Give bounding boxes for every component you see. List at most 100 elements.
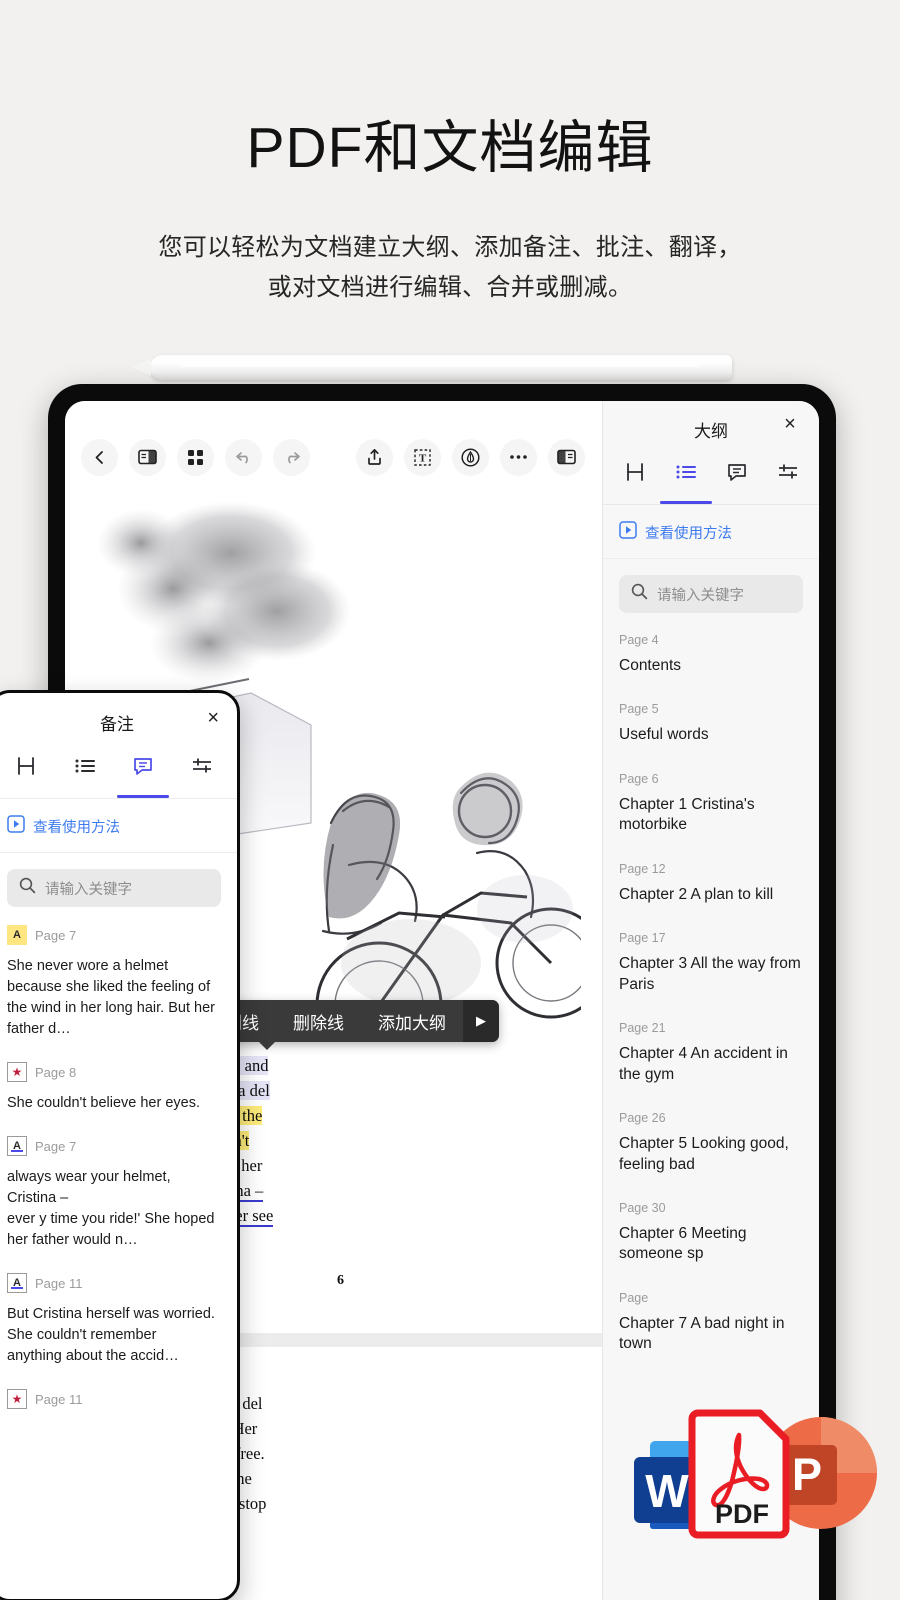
outline-item[interactable]: Page 30 Chapter 6 Meeting someone sp (619, 1201, 803, 1265)
svg-text:T: T (419, 452, 427, 464)
outline-search-placeholder: 请输入关键字 (657, 584, 744, 605)
note-item[interactable]: A Page 11 But Cristina herself was worri… (7, 1273, 221, 1367)
note-meta: A Page 7 (7, 925, 221, 945)
note-text: She never wore a helmet because she like… (7, 956, 221, 1040)
outline-item[interactable]: Page 12 Chapter 2 A plan to kill (619, 862, 803, 905)
page-subtitle: 您可以轻松为文档建立大纲、添加备注、批注、翻译， 或对文档进行编辑、合并或删减。 (0, 228, 900, 307)
tab-settings[interactable] (173, 751, 232, 798)
promo-screenshot: PDF和文档编辑 您可以轻松为文档建立大纲、添加备注、批注、翻译， 或对文档进行… (0, 0, 900, 1600)
note-page-label: Page 8 (35, 1065, 76, 1080)
notes-panel-tabs (0, 751, 237, 799)
notes-panel: 备注 × (0, 690, 240, 1600)
undo-button[interactable] (225, 439, 262, 476)
outline-panel-title: 大纲 (694, 417, 728, 442)
tab-bookmark[interactable] (0, 751, 56, 798)
outline-item[interactable]: Page 4 Contents (619, 633, 803, 676)
list-icon (675, 462, 697, 487)
document-toolbar: T (65, 431, 602, 483)
note-item[interactable]: A Page 7 She never wore a helmet because… (7, 925, 221, 1040)
note-text: always wear your helmet, Cristina – ever… (7, 1167, 221, 1251)
note-item[interactable]: A Page 7 always wear your helmet, Cristi… (7, 1136, 221, 1251)
sliders-icon (777, 462, 799, 487)
close-icon[interactable]: × (207, 707, 219, 730)
star-badge-icon: ★ (7, 1389, 27, 1409)
underline-badge-icon: A (7, 1136, 27, 1156)
close-icon[interactable]: × (779, 413, 801, 435)
file-format-icons: P W PDF (624, 1395, 889, 1565)
text-box-button[interactable]: T (404, 439, 441, 476)
outline-item-title: Chapter 6 Meeting someone sp (619, 1224, 769, 1265)
sidebar-toggle-button[interactable] (129, 439, 166, 476)
outline-panel-tabs (603, 457, 819, 505)
outline-item-page: Page 4 (619, 633, 803, 647)
outline-item-page: Page 6 (619, 772, 803, 786)
back-button[interactable] (81, 439, 118, 476)
tab-notes[interactable] (711, 457, 762, 504)
outline-item[interactable]: Page 21 Chapter 4 An accident in the gym (619, 1021, 803, 1085)
subtitle-line-1: 您可以轻松为文档建立大纲、添加备注、批注、翻译， (0, 228, 900, 268)
comment-icon (132, 756, 154, 781)
outline-item-title: Chapter 1 Cristina's motorbike (619, 795, 797, 836)
outline-item[interactable]: Page 17 Chapter 3 All the way from Paris (619, 931, 803, 995)
notes-items-list: A Page 7 She never wore a helmet because… (0, 917, 237, 1409)
comment-icon (726, 462, 748, 487)
outline-item[interactable]: Page 6 Chapter 1 Cristina's motorbike (619, 772, 803, 836)
outline-item[interactable]: Page 26 Chapter 5 Looking good, feeling … (619, 1111, 803, 1175)
outline-item-page: Page 21 (619, 1021, 803, 1035)
outline-search-wrapper: 请输入关键字 (603, 559, 819, 623)
note-page-label: Page 11 (35, 1392, 82, 1407)
redo-button[interactable] (273, 439, 310, 476)
right-panel-toggle-button[interactable] (548, 439, 585, 476)
page-number: 6 (337, 1273, 344, 1289)
note-item[interactable]: ★ Page 11 (7, 1389, 221, 1409)
note-meta: A Page 11 (7, 1273, 221, 1293)
tab-settings[interactable] (762, 457, 813, 504)
context-menu-next-icon[interactable]: ▶ (463, 1000, 499, 1042)
outline-item-page: Page 26 (619, 1111, 803, 1125)
pdf-icon: PDF (686, 1403, 798, 1544)
play-video-icon (619, 521, 637, 544)
notes-panel-header: 备注 × (0, 693, 237, 751)
notes-howto-link[interactable]: 查看使用方法 (0, 799, 237, 853)
pdf-label: PDF (715, 1499, 769, 1529)
outline-item[interactable]: Page Chapter 7 A bad night in town (619, 1291, 803, 1355)
outline-item-page: Page 12 (619, 862, 803, 876)
tab-outline[interactable] (56, 751, 115, 798)
notes-search-input[interactable]: 请输入关键字 (7, 869, 221, 907)
note-item[interactable]: ★ Page 8 She couldn't believe her eyes. (7, 1062, 221, 1114)
sliders-icon (191, 756, 213, 781)
notes-search-placeholder: 请输入关键字 (45, 878, 132, 899)
outline-item[interactable]: Page 5 Useful words (619, 702, 803, 745)
play-video-icon (7, 815, 25, 838)
note-meta: ★ Page 11 (7, 1389, 221, 1409)
outline-panel-header: 大纲 × (603, 401, 819, 457)
subtitle-line-2: 或对文档进行编辑、合并或删减。 (0, 268, 900, 308)
outline-item-title: Useful words (619, 725, 803, 745)
note-text: She couldn't believe her eyes. (7, 1093, 221, 1114)
outline-howto-link[interactable]: 查看使用方法 (603, 505, 819, 559)
more-options-button[interactable] (500, 439, 537, 476)
page-title: PDF和文档编辑 (0, 116, 900, 182)
highlight-badge-icon: A (7, 925, 27, 945)
outline-item-title: Chapter 2 A plan to kill (619, 885, 803, 905)
tab-outline[interactable] (660, 457, 711, 504)
outline-items-list: Page 4 Contents Page 5 Useful words Page… (603, 623, 819, 1355)
outline-item-title: Contents (619, 656, 803, 676)
word-letter: W (645, 1465, 689, 1517)
list-icon (74, 756, 96, 781)
share-button[interactable] (356, 439, 393, 476)
notes-howto-label: 查看使用方法 (33, 816, 120, 837)
outline-search-input[interactable]: 请输入关键字 (619, 575, 803, 613)
note-text: But Cristina herself was worried. She co… (7, 1304, 221, 1367)
pen-annotate-button[interactable] (452, 439, 489, 476)
outline-item-page: Page 5 (619, 702, 803, 716)
context-menu-item-add-outline[interactable]: 添加大纲 (361, 1009, 463, 1034)
outline-item-title: Chapter 7 A bad night in town (619, 1314, 803, 1355)
bookmark-icon (624, 462, 646, 487)
context-menu-item-strikethrough[interactable]: 删除线 (276, 1009, 361, 1034)
tab-bookmark[interactable] (609, 457, 660, 504)
bookmark-icon (15, 756, 37, 781)
outline-item-page: Page 17 (619, 931, 803, 945)
tab-notes[interactable] (114, 751, 173, 798)
thumbnails-grid-button[interactable] (177, 439, 214, 476)
